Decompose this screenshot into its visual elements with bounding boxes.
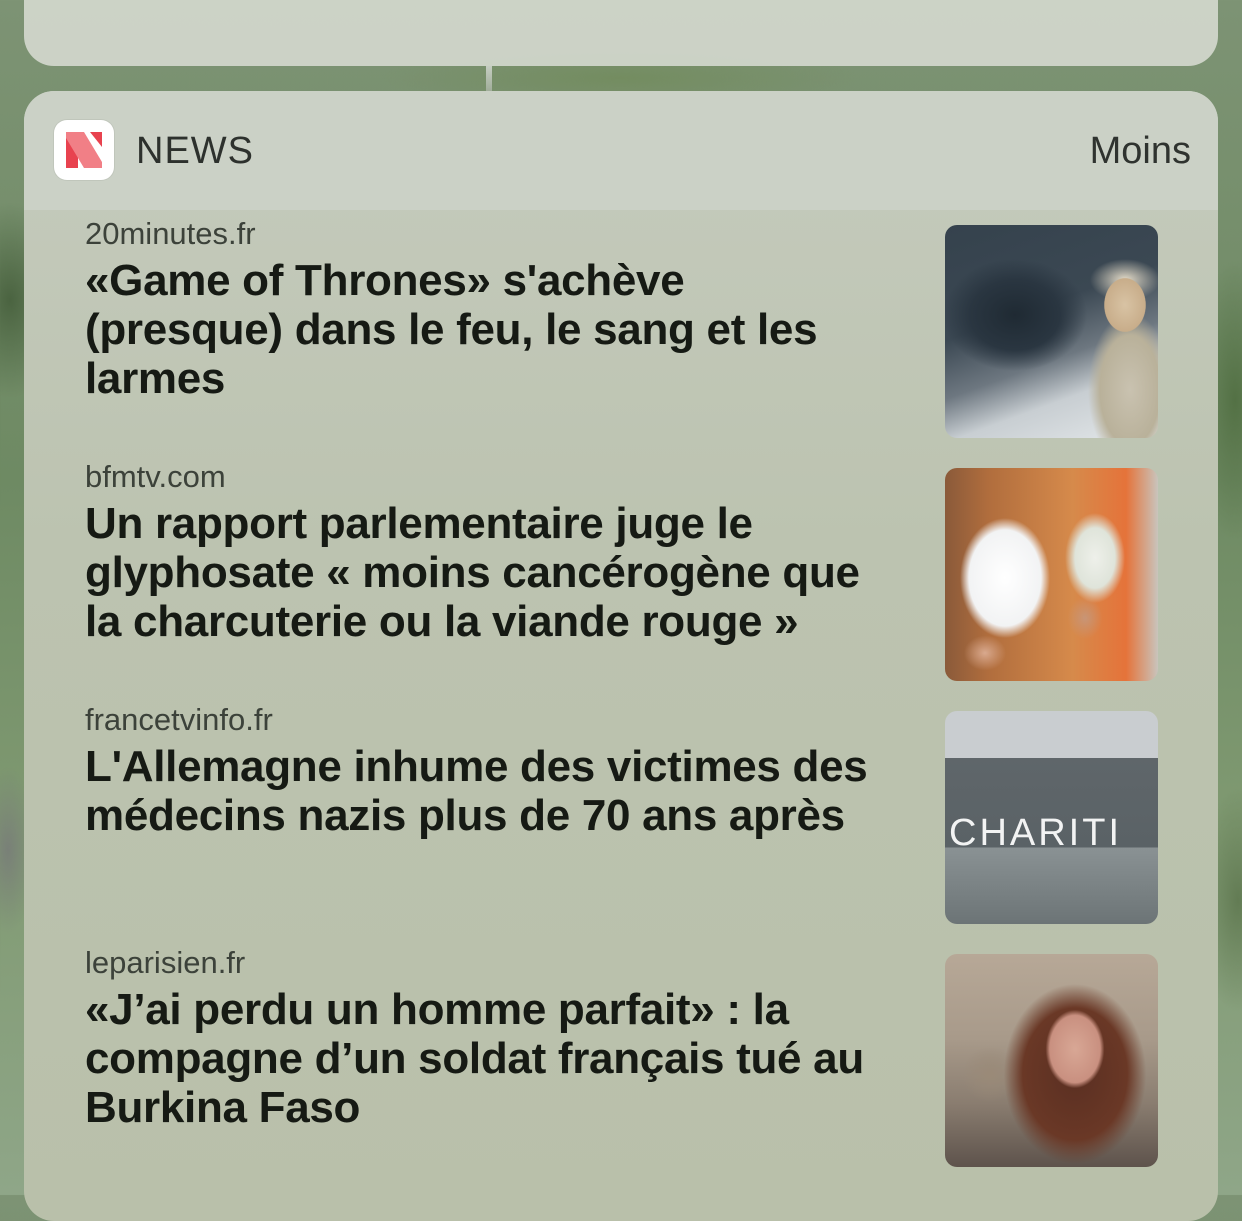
charite-sign-text: CHARITI bbox=[949, 812, 1122, 854]
news-source: 20minutes.fr bbox=[85, 216, 256, 251]
news-widget: NEWS Moins 20minutes.fr «Game of Thrones… bbox=[24, 91, 1218, 1221]
news-headline: Un rapport parlementaire juge le glyphos… bbox=[85, 499, 860, 646]
news-item[interactable]: 20minutes.fr «Game of Thrones» s'achève … bbox=[24, 210, 1218, 453]
news-source: leparisien.fr bbox=[85, 945, 246, 980]
roundup-photo-thumbnail bbox=[945, 468, 1158, 681]
dragon-photo-thumbnail bbox=[945, 225, 1158, 438]
woman-portrait-photo-thumbnail bbox=[945, 954, 1158, 1167]
charite-building-photo-thumbnail: CHARITI bbox=[945, 711, 1158, 924]
news-headline: «Game of Thrones» s'achève (presque) dan… bbox=[85, 256, 818, 403]
news-source: bfmtv.com bbox=[85, 459, 226, 494]
app-name: NEWS bbox=[136, 130, 254, 172]
news-item[interactable]: leparisien.fr «J’ai perdu un homme parfa… bbox=[24, 939, 1218, 1182]
news-source: francetvinfo.fr bbox=[85, 702, 273, 737]
widget-header: NEWS Moins bbox=[24, 91, 1218, 210]
news-item[interactable]: bfmtv.com Un rapport parlementaire juge … bbox=[24, 453, 1218, 696]
show-less-button[interactable]: Moins bbox=[1090, 128, 1191, 174]
news-app-icon[interactable] bbox=[54, 120, 114, 180]
previous-widget bbox=[24, 0, 1218, 66]
news-item[interactable]: francetvinfo.fr L'Allemagne inhume des v… bbox=[24, 696, 1218, 939]
news-headline: «J’ai perdu un homme parfait» : la compa… bbox=[85, 985, 864, 1132]
news-logo-icon bbox=[66, 132, 102, 168]
background-waterfall bbox=[486, 66, 492, 92]
news-headline: L'Allemagne inhume des victimes des méde… bbox=[85, 742, 868, 840]
